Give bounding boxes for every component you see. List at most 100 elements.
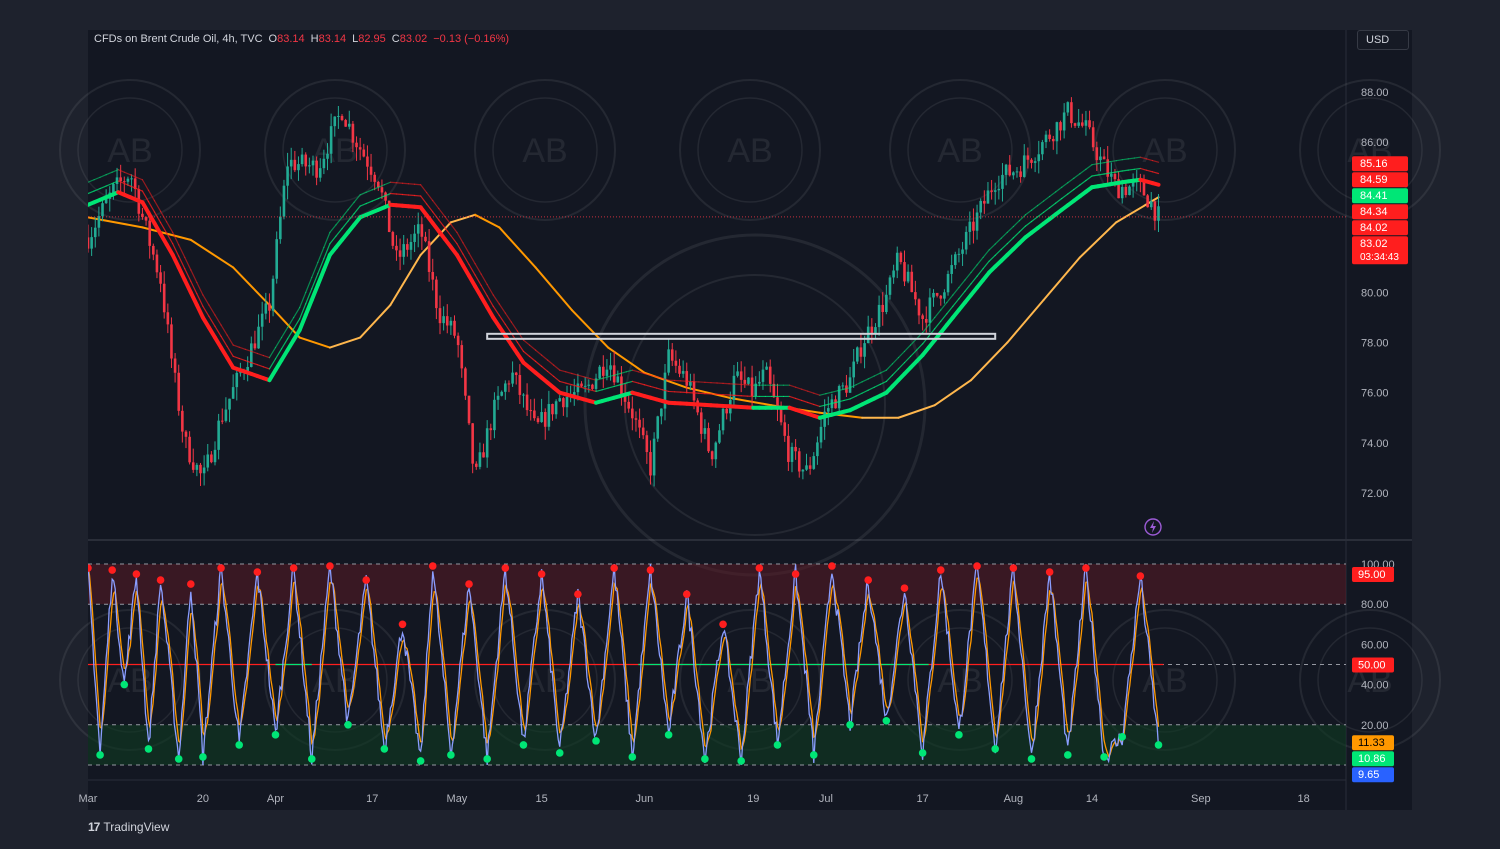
oscillator-signal-dot: [344, 721, 352, 729]
candle-body: [413, 234, 416, 242]
candle-body: [733, 376, 736, 400]
oscillator-tick-label: 80.00: [1361, 599, 1389, 611]
candle-body: [522, 395, 525, 396]
candle-body: [272, 279, 275, 311]
watermark-mark: AB: [937, 132, 982, 170]
candle-body: [348, 124, 351, 127]
candle-body: [355, 143, 358, 148]
candle-body: [682, 371, 685, 374]
candle-body: [1030, 160, 1033, 163]
candle-body: [689, 382, 692, 386]
candle-body: [566, 397, 569, 407]
candle-body: [1114, 174, 1117, 179]
candle-body: [1012, 172, 1015, 175]
candle-body: [609, 365, 612, 369]
price-tick-label: 74.00: [1361, 438, 1389, 450]
candle-body: [947, 274, 950, 292]
candle-body: [228, 399, 231, 410]
candle-body: [885, 295, 888, 312]
oscillator-signal-dot: [217, 564, 225, 572]
time-tick-label: 14: [1086, 793, 1098, 805]
candle-body: [910, 272, 913, 292]
candle-body: [304, 155, 307, 167]
candle-body: [798, 451, 801, 471]
fast-ma-segment: [1128, 169, 1134, 170]
oscillator-signal-dot: [362, 576, 370, 584]
candle-body: [326, 154, 329, 159]
candle-body: [381, 187, 384, 192]
candle-body: [740, 371, 743, 379]
candle-body: [399, 250, 402, 256]
oscillator-tick-label: 20.00: [1361, 720, 1389, 732]
symbol-name[interactable]: CFDs on Brent Crude Oil, 4h, TVC: [94, 33, 263, 45]
candle-body: [1045, 135, 1048, 142]
trading-chart[interactable]: ABABABABABABABABABABABABABAB 72.0074.007…: [0, 0, 1500, 844]
candle-body: [373, 175, 376, 182]
candle-body: [584, 386, 587, 387]
oscillator-signal-dot: [235, 741, 243, 749]
candle-body: [442, 316, 445, 323]
candle-body: [1074, 123, 1077, 126]
oscillator-signal-dot: [719, 621, 727, 629]
oscillator-signal-dot: [1118, 733, 1126, 741]
currency-button[interactable]: USD: [1357, 30, 1409, 50]
oscillator-signal-dot: [574, 590, 582, 598]
candle-body: [820, 427, 823, 443]
candle-body: [406, 244, 409, 250]
candle-body: [177, 373, 180, 411]
fast-ma-segment: [403, 183, 409, 184]
candle-body: [156, 255, 159, 273]
candle-body: [932, 293, 935, 298]
symbol-legend[interactable]: CFDs on Brent Crude Oil, 4h, TVC O83.14 …: [94, 33, 509, 45]
candle-body: [174, 359, 177, 373]
candle-body: [896, 253, 899, 271]
candle-body: [769, 367, 772, 384]
oscillator-signal-dot: [592, 737, 600, 745]
price-tick-label: 86.00: [1361, 137, 1389, 149]
candle-body: [1121, 187, 1124, 198]
candle-body: [214, 450, 217, 462]
candle-body: [660, 409, 663, 417]
candle-body: [802, 470, 805, 472]
price-axis[interactable]: 72.0074.0076.0078.0080.0082.0084.0086.00…: [1361, 87, 1389, 500]
oscillator-signal-dot: [737, 757, 745, 765]
candle-body: [722, 409, 725, 430]
candle-body: [265, 303, 268, 313]
candle-body: [163, 284, 166, 313]
chart-canvas[interactable]: ABABABABABABABABABABABABABAB 72.0074.007…: [0, 0, 1500, 844]
candle-body: [849, 377, 852, 392]
candle-body: [602, 367, 605, 376]
oscillator-signal-dot: [828, 562, 836, 570]
time-tick-label: 17: [366, 793, 378, 805]
change-value: −0.13 (−0.16%): [433, 33, 509, 45]
candle-body: [642, 428, 645, 436]
candle-body: [1008, 165, 1011, 176]
oscillator-signal-dot: [96, 751, 104, 759]
candle-body: [758, 382, 761, 384]
candle-body: [460, 345, 463, 368]
fast-ma-segment: [396, 194, 402, 195]
candle-body: [225, 410, 228, 421]
candle-body: [301, 155, 304, 165]
candle-body: [965, 232, 968, 250]
candle-body: [1056, 122, 1059, 141]
candle-body: [1059, 122, 1062, 130]
oscillator-signal-dot: [175, 755, 183, 763]
candle-body: [370, 167, 373, 175]
candle-body: [635, 418, 638, 419]
oscillator-signal-dot: [1137, 572, 1145, 580]
candle-body: [283, 186, 286, 217]
candle-body: [961, 249, 964, 253]
low-value: 82.95: [358, 33, 386, 45]
tradingview-logo[interactable]: 17 TradingView: [88, 820, 169, 834]
candle-body: [783, 422, 786, 436]
tradingview-logo-text: TradingView: [103, 820, 169, 834]
candle-body: [555, 401, 558, 414]
oscillator-signal-dot: [991, 745, 999, 753]
candle-body: [1081, 122, 1084, 125]
candle-body: [587, 385, 590, 386]
candle-body: [812, 456, 815, 469]
candle-body: [649, 452, 652, 475]
fast-ma-segment: [415, 184, 421, 185]
oscillator-signal-dot: [1010, 564, 1018, 572]
